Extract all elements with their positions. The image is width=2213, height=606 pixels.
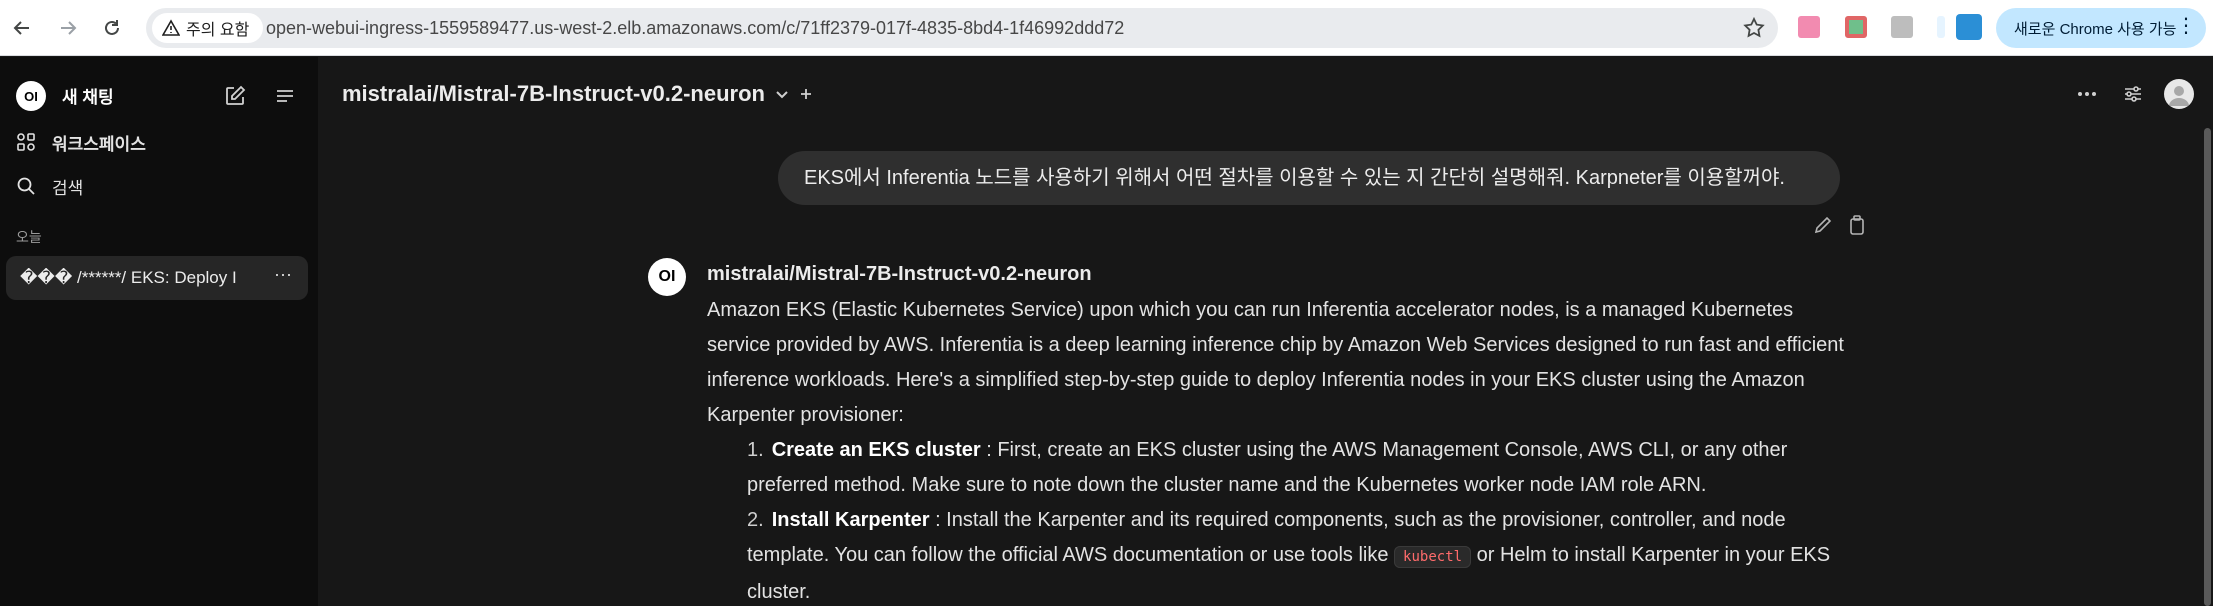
reload-button[interactable] <box>94 10 130 46</box>
chat-main: mistralai/Mistral-7B-Instruct-v0.2-neuro… <box>318 57 2213 606</box>
update-label: 새로운 Chrome 사용 가능 <box>2014 20 2177 38</box>
new-chat-button[interactable] <box>220 81 250 111</box>
assistant-name: mistralai/Mistral-7B-Instruct-v0.2-neuro… <box>707 263 1092 285</box>
inline-code: kubectl <box>1394 546 1472 568</box>
more-horizontal-icon <box>2078 92 2096 96</box>
more-vert-icon[interactable]: ⋮ <box>2176 16 2196 36</box>
chat-options-button[interactable]: ··· <box>274 264 292 285</box>
assistant-avatar: OI <box>648 258 686 296</box>
list-item: 2. Install Karpenter : Install the Karpen… <box>747 503 1857 606</box>
response-intro: Amazon EKS (Elastic Kubernetes Service) … <box>707 299 1844 426</box>
sidebar-item-label: 워크스페이스 <box>52 134 146 154</box>
copy-clipboard-icon[interactable] <box>1846 214 1868 236</box>
back-button[interactable] <box>4 10 40 46</box>
edit-pencil-icon[interactable] <box>1812 214 1834 236</box>
response-steps: 1. Create an EKS cluster : First, create … <box>707 433 1857 606</box>
add-model-icon[interactable] <box>799 87 813 101</box>
chevron-down-icon[interactable] <box>775 87 789 101</box>
step-title: Create an EKS cluster <box>771 439 981 461</box>
browser-toolbar: 주의 요함 open-webui-ingress-1559589477.us-w… <box>0 0 2213 56</box>
step-number: 1. <box>747 439 764 461</box>
warning-label: 주의 요함 <box>186 22 250 39</box>
model-selector[interactable]: mistralai/Mistral-7B-Instruct-v0.2-neuro… <box>342 81 813 107</box>
pencil-square-icon <box>226 85 246 105</box>
forward-button[interactable] <box>50 10 86 46</box>
chat-history-title: ��� /******/ EKS: Deploy I <box>20 268 237 287</box>
security-warning-chip[interactable]: 주의 요함 <box>152 13 264 43</box>
sliders-icon <box>2125 86 2141 102</box>
chrome-update-button[interactable]: 새로운 Chrome 사용 가능 ⋮ <box>1996 8 2206 48</box>
extension-icon[interactable] <box>1845 16 1867 38</box>
controls-button[interactable] <box>2118 79 2148 109</box>
chat-history-item[interactable]: ��� /******/ EKS: Deploy I ··· <box>6 256 308 300</box>
scrollbar[interactable] <box>2204 128 2211 606</box>
app-logo[interactable]: OI <box>16 81 46 111</box>
user-message-bubble: EKS에서 Inferentia 노드를 사용하기 위해서 어떤 절차를 이용할… <box>778 151 1840 205</box>
reload-icon <box>105 20 119 35</box>
list-item: 1. Create an EKS cluster : First, create … <box>747 433 1857 503</box>
warning-icon <box>162 19 180 36</box>
step-title: Install Karpenter <box>771 509 930 531</box>
sidebar-item-label: 검색 <box>52 178 84 198</box>
user-icon <box>2169 86 2189 106</box>
search-icon <box>17 177 35 195</box>
bookmark-star-icon[interactable] <box>1742 16 1766 40</box>
step-number: 2. <box>747 509 764 531</box>
sidebar: OI 새 채팅 워크스페이스 검색 오늘 ��� /******/ EKS: D… <box>0 57 318 606</box>
model-name: mistralai/Mistral-7B-Instruct-v0.2-neuro… <box>342 81 765 106</box>
extension-icon[interactable] <box>1891 16 1913 38</box>
more-options-button[interactable] <box>2072 79 2102 109</box>
assistant-response: Amazon EKS (Elastic Kubernetes Service) … <box>707 293 1857 606</box>
sidebar-item-search[interactable]: 검색 <box>16 171 83 201</box>
section-header-today: 오늘 <box>16 229 42 245</box>
arrow-left-icon <box>13 21 29 35</box>
arrow-right-icon <box>61 21 77 35</box>
extension-icon[interactable] <box>1798 16 1820 38</box>
user-avatar[interactable] <box>2164 79 2194 109</box>
new-chat-label[interactable]: 새 채팅 <box>62 83 114 108</box>
address-bar[interactable]: 주의 요함 open-webui-ingress-1559589477.us-w… <box>146 8 1778 48</box>
sidebar-item-workspace[interactable]: 워크스페이스 <box>16 127 146 157</box>
workspace-grid-icon <box>17 133 35 151</box>
menu-lines-icon <box>277 90 293 102</box>
sidebar-toggle-button[interactable] <box>270 81 300 111</box>
extension-icon[interactable] <box>1937 16 1945 38</box>
extensions-puzzle-icon[interactable] <box>1956 14 1982 40</box>
url-text[interactable]: open-webui-ingress-1559589477.us-west-2.… <box>266 8 1124 48</box>
